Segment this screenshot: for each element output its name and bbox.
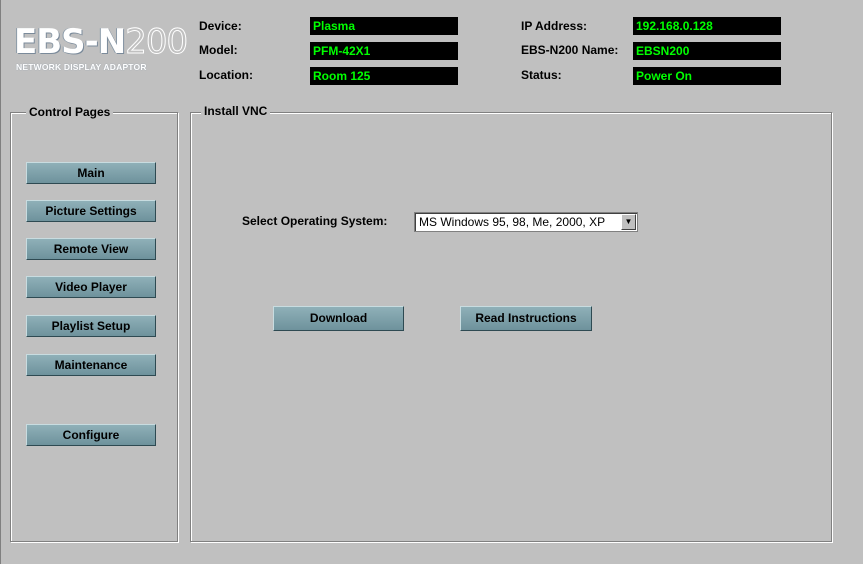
- status-label: Status:: [521, 68, 562, 82]
- nav-playlist-setup-button[interactable]: Playlist Setup: [26, 315, 156, 337]
- model-value: PFM-42X1: [310, 42, 458, 60]
- nav-picture-settings-button[interactable]: Picture Settings: [26, 200, 156, 222]
- logo-text: EBS-N200: [14, 22, 189, 63]
- download-button[interactable]: Download: [273, 306, 404, 331]
- device-label: Device:: [199, 19, 242, 33]
- install-vnc-title: Install VNC: [201, 104, 271, 118]
- logo-main-bold: EBS-N: [14, 22, 126, 62]
- read-instructions-button[interactable]: Read Instructions: [460, 306, 592, 331]
- os-select-label: Select Operating System:: [242, 214, 388, 228]
- logo-subtitle: NETWORK DISPLAY ADAPTOR: [16, 62, 147, 72]
- os-select-value: MS Windows 95, 98, Me, 2000, XP: [419, 215, 606, 229]
- location-label: Location:: [199, 68, 253, 82]
- nav-video-player-button[interactable]: Video Player: [26, 276, 156, 298]
- device-name-value: EBSN200: [633, 42, 781, 60]
- chevron-down-icon[interactable]: ▼: [621, 214, 636, 230]
- nav-main-button[interactable]: Main: [26, 162, 156, 184]
- nav-remote-view-button[interactable]: Remote View: [26, 238, 156, 260]
- ip-address-value: 192.168.0.128: [633, 17, 781, 35]
- ebs-n200-logo: EBS-N200 NETWORK DISPLAY ADAPTOR: [14, 22, 189, 82]
- nav-maintenance-button[interactable]: Maintenance: [26, 354, 156, 376]
- model-label: Model:: [199, 43, 238, 57]
- nav-configure-button[interactable]: Configure: [26, 424, 156, 446]
- device-name-label: EBS-N200 Name:: [521, 43, 619, 57]
- device-value: Plasma: [310, 17, 458, 35]
- location-value: Room 125: [310, 67, 458, 85]
- os-select-dropdown[interactable]: MS Windows 95, 98, Me, 2000, XP ▼: [414, 212, 638, 232]
- status-value: Power On: [633, 67, 781, 85]
- control-pages-title: Control Pages: [26, 105, 114, 119]
- logo-main-thin: 200: [125, 22, 189, 63]
- ip-address-label: IP Address:: [521, 19, 588, 33]
